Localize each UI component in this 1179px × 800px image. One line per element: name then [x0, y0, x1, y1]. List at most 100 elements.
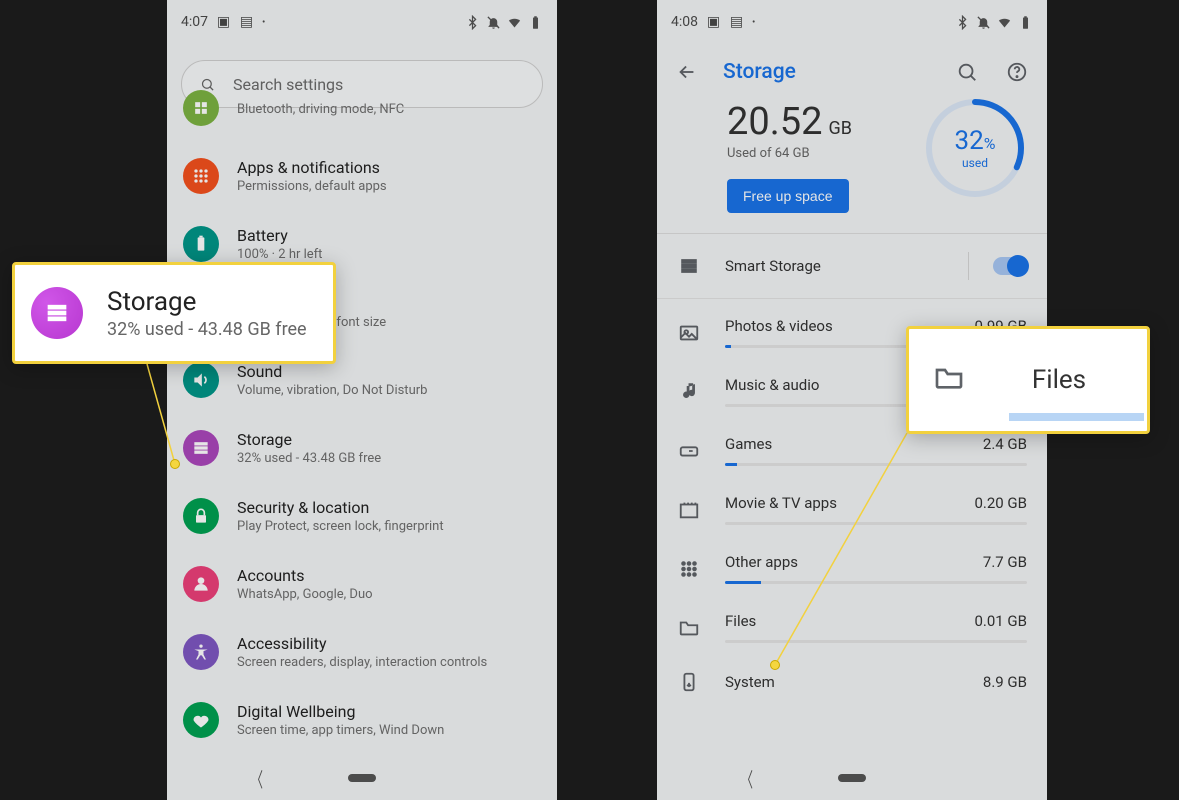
more-dot: •	[752, 17, 755, 28]
storage-row-system[interactable]: System 8.9 GB	[657, 653, 1047, 703]
settings-item-apps-notifications[interactable]: Apps & notifications Permissions, default…	[167, 142, 557, 210]
category-size: 7.7 GB	[983, 553, 1027, 571]
status-bar: 4:08 ▣ ▤ •	[657, 0, 1047, 44]
settings-item-storage[interactable]: Storage 32% used - 43.48 GB free	[167, 414, 557, 482]
settings-list: Bluetooth, driving mode, NFCApps & notif…	[167, 74, 557, 754]
category-size: 0.01 GB	[974, 612, 1027, 630]
page-title: Storage	[717, 60, 937, 84]
callout-files: Files	[906, 326, 1150, 434]
connected-icon	[183, 90, 219, 126]
storage-summary: 20.52 GB Used of 64 GB Free up space 32%…	[657, 100, 1047, 234]
folder-icon	[933, 362, 965, 398]
item-subtitle: 32% used - 43.48 GB free	[237, 451, 539, 466]
category-title: Other apps	[725, 553, 798, 571]
category-bar	[725, 640, 1027, 643]
smart-storage-toggle[interactable]	[993, 257, 1027, 275]
nav-home-pill[interactable]	[348, 774, 376, 782]
callout-sub: 32% used - 43.48 GB free	[107, 319, 307, 340]
category-title: Music & audio	[725, 376, 819, 394]
calendar-icon: ▤	[239, 15, 254, 30]
smart-storage-label: Smart Storage	[725, 257, 944, 275]
settings-item-security-location[interactable]: Security & locationPlay Protect, screen …	[167, 482, 557, 550]
bluetooth-icon	[955, 15, 970, 30]
category-title: Games	[725, 435, 772, 453]
a11y-icon	[183, 634, 219, 670]
category-icon	[677, 381, 701, 403]
category-icon	[677, 617, 701, 639]
callout-storage: Storage 32% used - 43.48 GB free	[12, 262, 336, 364]
category-size: 8.9 GB	[983, 673, 1027, 691]
used-unit: GB	[828, 118, 851, 139]
settings-item-accessibility[interactable]: Accessibility Screen readers, display, in…	[167, 618, 557, 686]
item-title: Digital Wellbeing	[237, 702, 539, 721]
item-title: Sound	[237, 362, 539, 381]
wifi-icon	[507, 15, 522, 30]
storage-icon	[677, 255, 701, 277]
storage-header: Storage	[657, 44, 1047, 100]
used-gb: 20.52	[727, 100, 822, 144]
category-title: Movie & TV apps	[725, 494, 837, 512]
category-bar	[725, 581, 1027, 584]
wellbeing-icon	[183, 702, 219, 738]
battery-icon	[528, 15, 543, 30]
nav-bar: 〈	[657, 756, 1047, 800]
search-button[interactable]	[947, 52, 987, 92]
item-title: Accessibility	[237, 634, 539, 653]
back-button[interactable]	[667, 52, 707, 92]
pin	[170, 459, 180, 469]
smart-storage-row[interactable]: Smart Storage	[657, 234, 1047, 299]
nav-home-pill[interactable]	[838, 774, 866, 782]
callout-title: Storage	[107, 287, 307, 317]
dnd-icon	[976, 15, 991, 30]
bluetooth-icon	[465, 15, 480, 30]
storage-icon	[31, 287, 83, 339]
storage-row-other-apps[interactable]: Other apps 7.7 GB	[657, 535, 1047, 594]
image-icon: ▣	[216, 15, 231, 30]
usage-donut: 32% used	[923, 96, 1027, 200]
nav-back-icon[interactable]: 〈	[251, 764, 263, 793]
status-bar: 4:07 ▣ ▤ •	[167, 0, 557, 44]
lock-icon	[183, 498, 219, 534]
item-subtitle: Volume, vibration, Do Not Disturb	[237, 383, 539, 398]
item-subtitle: WhatsApp, Google, Duo	[237, 587, 539, 602]
category-size: 2.4 GB	[983, 435, 1027, 453]
category-icon	[677, 322, 701, 344]
apps-icon	[183, 158, 219, 194]
category-title: Photos & videos	[725, 317, 833, 335]
settings-screen: 4:07 ▣ ▤ • Search settings	[167, 0, 557, 800]
item-subtitle: Permissions, default apps	[237, 179, 539, 194]
category-icon	[677, 671, 701, 693]
settings-item-digital-wellbeing[interactable]: Digital Wellbeing Screen time, app timers…	[167, 686, 557, 754]
donut-pct: 32	[955, 126, 984, 156]
storage-row-movie-tv-apps[interactable]: Movie & TV apps0.20 GB	[657, 476, 1047, 535]
more-dot: •	[262, 17, 265, 28]
nav-back-icon[interactable]: 〈	[741, 764, 753, 793]
clock: 4:08	[671, 14, 698, 30]
divider	[968, 252, 969, 280]
category-title: System	[725, 673, 775, 691]
search-placeholder: Search settings	[233, 75, 343, 94]
help-button[interactable]	[997, 52, 1037, 92]
item-title: Apps & notifications	[237, 158, 539, 177]
calendar-icon: ▤	[729, 15, 744, 30]
used-of-total: Used of 64 GB	[727, 146, 893, 161]
category-icon	[677, 440, 701, 462]
item-subtitle: Screen readers, display, interaction con…	[237, 655, 539, 670]
settings-item-accounts[interactable]: Accounts WhatsApp, Google, Duo	[167, 550, 557, 618]
storage-row-files[interactable]: Files 0.01 GB	[657, 594, 1047, 653]
category-bar	[725, 522, 1027, 525]
free-up-space-button[interactable]: Free up space	[727, 179, 849, 213]
item-subtitle: Play Protect, screen lock, fingerprint	[237, 519, 539, 534]
category-icon	[677, 558, 701, 580]
item-subtitle: 100% · 2 hr left	[237, 247, 539, 262]
sound-icon	[183, 362, 219, 398]
item-title: Accounts	[237, 566, 539, 585]
item-title: Battery	[237, 226, 539, 245]
dnd-icon	[486, 15, 501, 30]
item-title: Storage	[237, 430, 539, 449]
category-title: Files	[725, 612, 756, 630]
item-subtitle: Screen time, app timers, Wind Down	[237, 723, 539, 738]
callout-files-bar	[1009, 413, 1144, 421]
battery-icon	[1018, 15, 1033, 30]
settings-item-connected[interactable]: Bluetooth, driving mode, NFC	[167, 74, 557, 142]
